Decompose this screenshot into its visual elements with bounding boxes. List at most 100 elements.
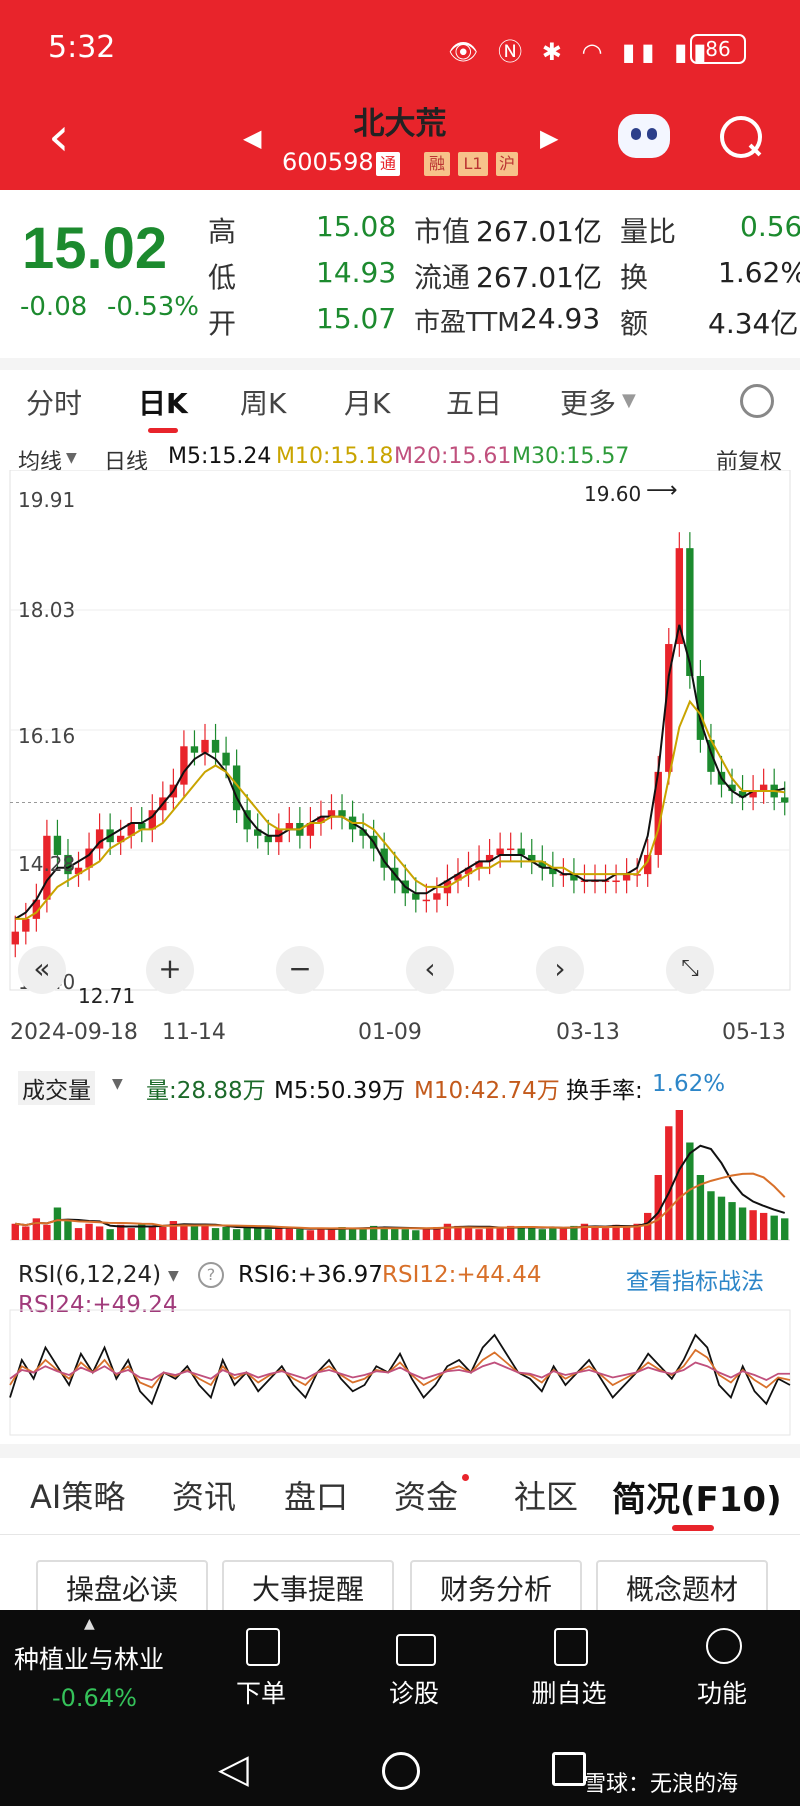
tab-ai-strategy[interactable]: AI策略 [30, 1472, 125, 1518]
volume-bar [738, 1207, 747, 1240]
high-label: 高 [208, 215, 237, 248]
android-recents-icon[interactable] [552, 1752, 586, 1786]
volume-bar [211, 1228, 220, 1240]
nav-diagnose[interactable]: 诊股 [364, 1674, 464, 1710]
volume-bar [644, 1212, 652, 1240]
volume-caret-icon: ▼ [112, 1076, 123, 1092]
scroll-right-button[interactable]: › [536, 946, 584, 994]
volume-chart[interactable] [0, 1100, 800, 1245]
remove-watchlist-icon [554, 1628, 588, 1666]
android-home-icon[interactable] [382, 1752, 420, 1790]
volume-bar [11, 1223, 19, 1240]
zoom-in-button[interactable]: + [146, 946, 194, 994]
nav-functions[interactable]: 功能 [672, 1674, 772, 1710]
diagnose-icon [396, 1634, 436, 1666]
rsi-select[interactable]: RSI(6,12,24) [18, 1262, 161, 1288]
tab-monthly-k[interactable]: 月K [344, 382, 390, 422]
volume-bar [591, 1227, 599, 1240]
volume-bar [232, 1229, 241, 1240]
y-tick: 16.16 [18, 724, 76, 748]
volume-bar [475, 1229, 483, 1240]
volume-bar [464, 1228, 473, 1240]
volume-bar [665, 1126, 673, 1240]
help-icon[interactable]: ? [198, 1262, 224, 1288]
tab-news[interactable]: 资讯 [172, 1472, 236, 1518]
low-value: 14.93 [316, 256, 397, 289]
sector-name[interactable]: 种植业与林业 [14, 1640, 164, 1676]
volume-bar [169, 1221, 178, 1240]
volume-bar [74, 1228, 83, 1240]
nav-order[interactable]: 下单 [211, 1674, 311, 1710]
scroll-left-button[interactable]: ‹ [406, 946, 454, 994]
volume-bar [275, 1227, 283, 1240]
volume-bar [106, 1229, 114, 1240]
volume-bar [485, 1227, 494, 1240]
tab-f10[interactable]: 简况(F10) [612, 1472, 782, 1521]
volume-bar [601, 1228, 610, 1240]
tab-funds[interactable]: 资金 [394, 1472, 458, 1518]
volume-bar [43, 1224, 51, 1240]
m5-legend: M5:15.24 [168, 444, 272, 469]
tab-weekly-k[interactable]: 周K [240, 382, 286, 422]
ai-robot-icon[interactable] [618, 114, 670, 158]
collapse-icon[interactable]: « [18, 946, 66, 994]
pe-value: 24.93 [520, 302, 601, 335]
stock-code: 600598 [282, 148, 374, 176]
volume-bar [64, 1221, 72, 1240]
volume-bar [285, 1228, 294, 1240]
mktcap-value: 267.01亿 [476, 215, 602, 248]
volume-bar [264, 1229, 272, 1240]
status-time: 5:32 [48, 30, 116, 65]
volume-bar [317, 1228, 325, 1240]
battery-indicator: 86 [690, 34, 746, 64]
tab-community[interactable]: 社区 [514, 1472, 578, 1518]
order-icon [246, 1628, 280, 1666]
x-tick: 11-14 [162, 1020, 226, 1045]
volume-bar [412, 1230, 420, 1240]
min-price-label: 12.71 [78, 984, 136, 1008]
m10-legend: M10:15.18 [276, 444, 394, 469]
amount-label: 额 [620, 307, 649, 340]
tab-five-day[interactable]: 五日 [446, 382, 502, 422]
fullscreen-icon[interactable]: ⤡ [666, 946, 714, 994]
volume-bar [201, 1225, 209, 1240]
y-tick: 14.28 [18, 852, 76, 876]
x-tick: 05-13 [722, 1020, 786, 1045]
settings-icon[interactable] [740, 384, 774, 418]
prev-stock-icon[interactable]: ◀ [243, 124, 261, 152]
price-change: -0.08 [20, 292, 88, 322]
tab-order-book[interactable]: 盘口 [284, 1472, 348, 1518]
nav-remove-watchlist[interactable]: 删自选 [519, 1674, 619, 1710]
tab-intraday[interactable]: 分时 [26, 382, 82, 422]
volume-bar [148, 1225, 156, 1240]
rsi-chart[interactable] [0, 1300, 800, 1440]
amount-value: 4.34亿 [708, 307, 799, 340]
volume-bar [770, 1215, 778, 1240]
volume-bar [781, 1218, 789, 1240]
candle-body [201, 739, 209, 753]
turnover-value: 1.62% [718, 256, 800, 289]
app-header [0, 0, 800, 190]
low-label: 低 [208, 261, 237, 294]
volume-bar [296, 1229, 304, 1240]
volume-bar [528, 1228, 536, 1240]
back-icon[interactable]: ‹ [48, 110, 70, 164]
volume-bar [549, 1227, 557, 1240]
kline-chart[interactable] [0, 470, 800, 1000]
volume-bar [443, 1223, 452, 1240]
ma-select-caret-icon: ▼ [66, 450, 77, 466]
pe-label: 市盈TTM [414, 308, 520, 338]
next-stock-icon[interactable]: ▶ [540, 124, 558, 152]
volume-bar [32, 1218, 41, 1240]
tab-daily-k[interactable]: 日K [138, 382, 188, 422]
rsi12-value: RSI12:+44.44 [382, 1262, 542, 1288]
candle-body [422, 899, 431, 902]
volume-bar [348, 1228, 357, 1240]
indicator-strategy-link[interactable]: 查看指标战法 [626, 1262, 764, 1296]
zoom-out-button[interactable]: − [276, 946, 324, 994]
volume-bar [254, 1228, 262, 1240]
volume-bar [391, 1228, 399, 1240]
volume-bar [728, 1202, 736, 1240]
android-back-icon[interactable]: ◁ [218, 1746, 249, 1792]
tab-more[interactable]: 更多 [560, 382, 616, 422]
